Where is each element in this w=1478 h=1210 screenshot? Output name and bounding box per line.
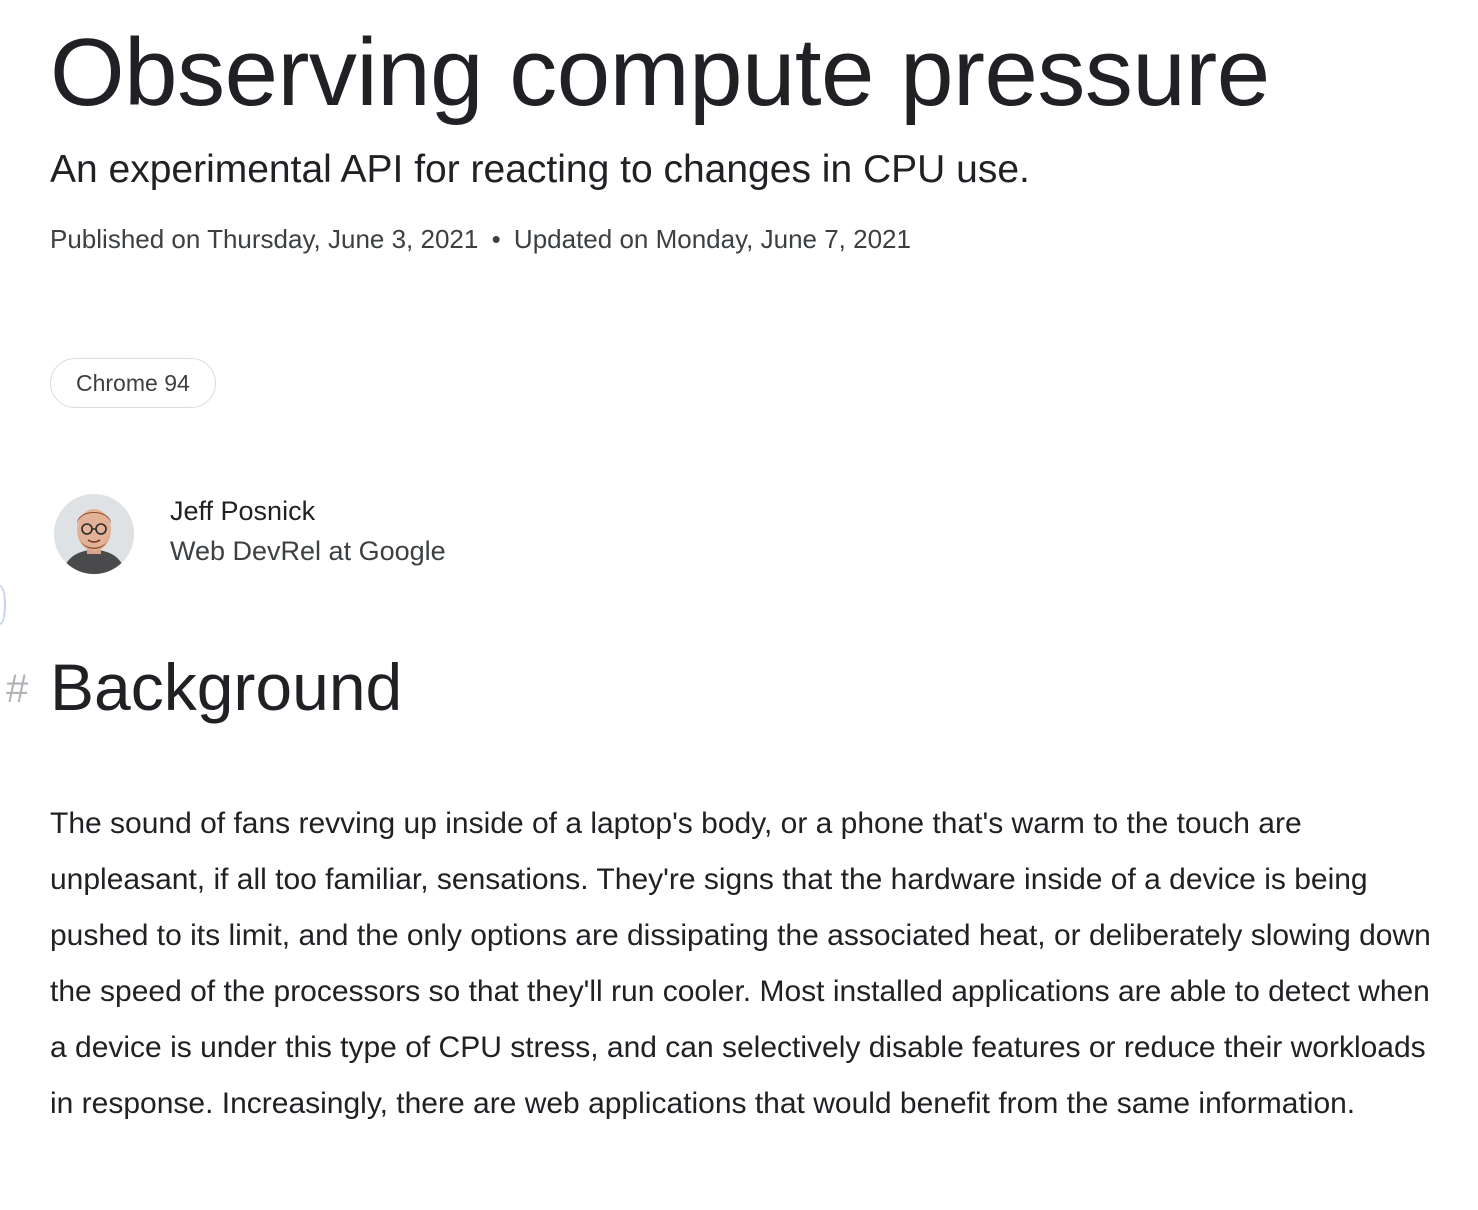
author-avatar[interactable]: [54, 494, 134, 574]
published-date: Published on Thursday, June 3, 2021: [50, 224, 479, 254]
page-title: Observing compute pressure: [50, 19, 1270, 126]
chrome-version-chip[interactable]: Chrome 94: [50, 358, 216, 408]
heading-anchor-link[interactable]: #: [6, 664, 28, 714]
section-background: # Background: [6, 648, 850, 728]
date-separator: •: [491, 224, 501, 254]
scroll-edge-indicator: [0, 585, 6, 625]
avatar-portrait-icon: [54, 494, 134, 574]
section-paragraph: The sound of fans revving up inside of a…: [50, 807, 1431, 1120]
author-name[interactable]: Jeff Posnick: [170, 494, 315, 528]
author-role: Web DevRel at Google: [170, 536, 446, 566]
updated-date: Updated on Monday, June 7, 2021: [513, 224, 911, 254]
article-dates: Published on Thursday, June 3, 2021 • Up…: [50, 222, 911, 256]
section-heading: Background: [50, 650, 403, 724]
page-subtitle: An experimental API for reacting to chan…: [50, 148, 1030, 191]
author-card: Jeff Posnick Web DevRel at Google: [54, 494, 654, 576]
